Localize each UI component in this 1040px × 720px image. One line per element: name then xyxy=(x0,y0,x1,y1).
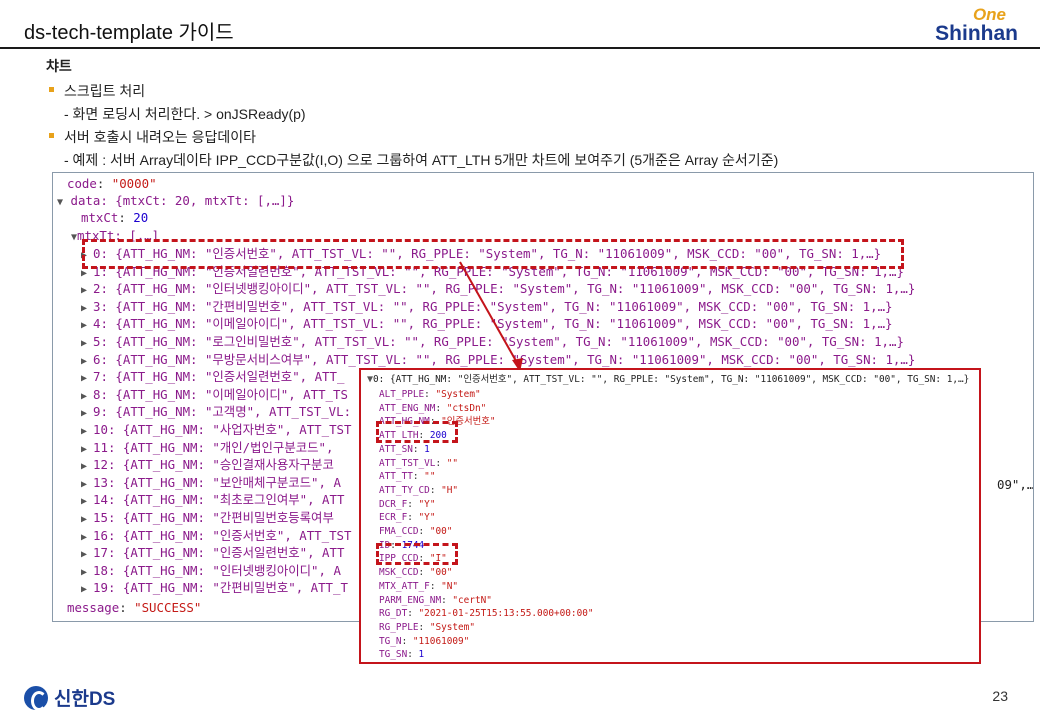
field-key: DCR_F xyxy=(379,498,408,510)
field-key: FMA_CCD xyxy=(379,526,419,537)
field-key: ATT_ENG_NM xyxy=(379,402,436,414)
popup-header-text: 0: {ATT_HG_NM: "인증서번호", ATT_TST_VL: "", … xyxy=(373,374,970,385)
field-key: ATT_SN xyxy=(379,443,413,455)
field-value: "certN" xyxy=(452,594,492,606)
field-key: ATT_TY_CD xyxy=(379,484,430,496)
field-value: "Y" xyxy=(418,512,436,524)
field-value: "System" xyxy=(429,621,475,633)
expanded-row-popup: ▼0: {ATT_HG_NM: "인증서번호", ATT_TST_VL: "",… xyxy=(359,368,981,664)
field-value: "N" xyxy=(441,580,459,592)
field-key: TG_SN xyxy=(379,649,408,661)
field-value: "Y" xyxy=(418,498,436,510)
field-value: "H" xyxy=(441,484,459,496)
field-key: PARM_ENG_NM xyxy=(379,594,442,606)
field-value: "2021-01-25T15:13:55.000+00:00" xyxy=(418,608,594,620)
field-key: RG_DT xyxy=(379,608,408,620)
field-value: "ctsDn" xyxy=(446,402,487,414)
field-key: RG_PPLE xyxy=(379,621,419,633)
field-value: "11061009" xyxy=(412,635,470,647)
highlight-att-lth xyxy=(376,421,458,443)
field-value: "00" xyxy=(429,567,453,579)
field-value: "00" xyxy=(429,526,453,537)
footer-brand-text: 신한DS xyxy=(54,689,116,710)
field-value: "System" xyxy=(435,389,481,400)
field-value: "" xyxy=(446,457,459,469)
shinhan-ds-logo-icon xyxy=(24,685,48,711)
popup-header: ▼0: {ATT_HG_NM: "인증서번호", ATT_TST_VL: "",… xyxy=(367,374,970,385)
field-key: TG_N xyxy=(379,635,402,647)
field-key: ATT_TT xyxy=(379,471,413,483)
field-key: ALT_PPLE xyxy=(379,389,425,400)
field-value: 1 xyxy=(424,443,430,455)
field-key: ATT_TST_VL xyxy=(379,457,436,469)
page-number: 23 xyxy=(992,688,1008,704)
field-value: "" xyxy=(424,471,436,483)
field-key: MSK_CCD xyxy=(379,567,419,579)
field-key: ECR_F xyxy=(379,512,408,524)
field-key: MTX_ATT_F xyxy=(379,580,430,592)
footer-brand: 신한DS xyxy=(24,684,115,711)
highlight-ipp-ccd xyxy=(376,543,458,565)
list-item: TG_SN: 1 xyxy=(379,649,425,661)
field-value: 1 xyxy=(418,649,425,661)
